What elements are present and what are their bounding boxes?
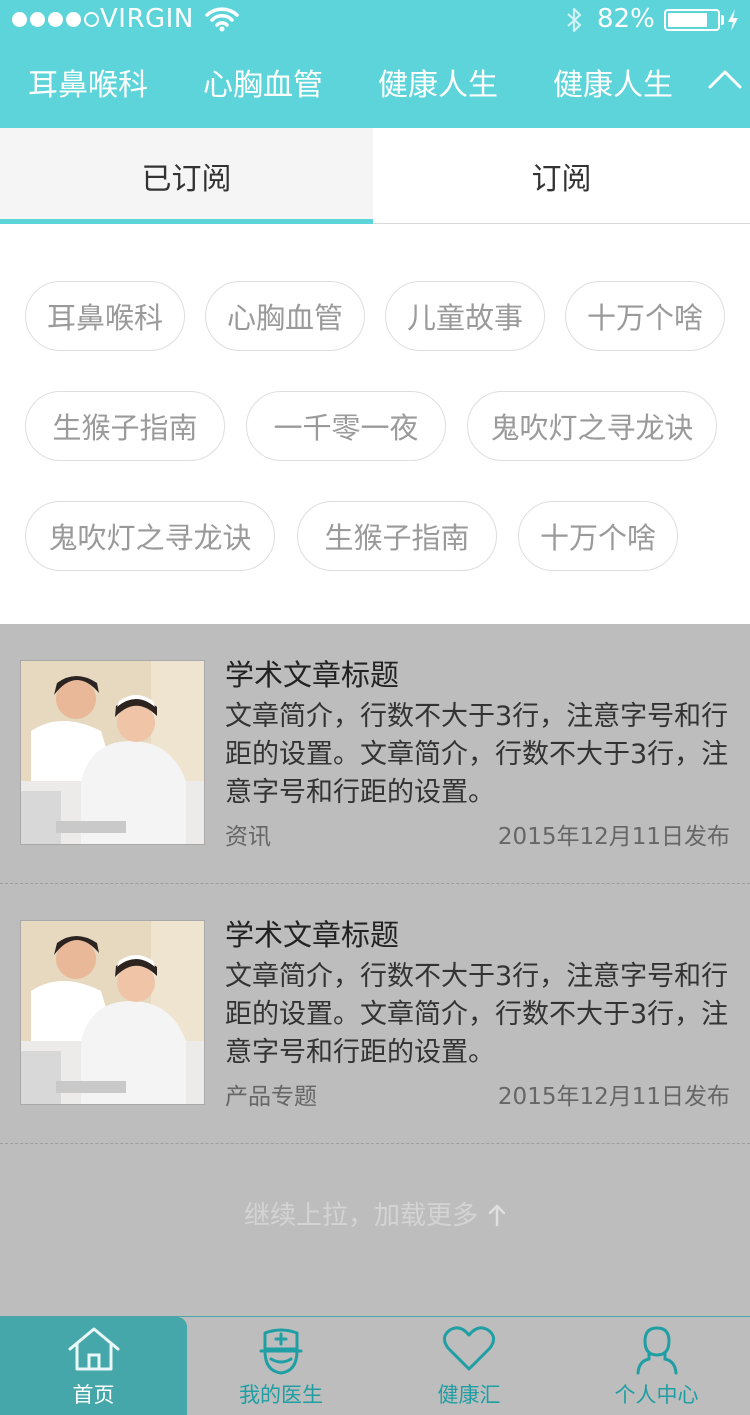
category-tab-2[interactable]: 心胸血管 (203, 60, 323, 104)
tabbar-item-profile[interactable]: 个人中心 (563, 1317, 750, 1415)
home-icon (68, 1327, 119, 1371)
tag-chip[interactable]: 十万个啥 (518, 501, 678, 571)
article-title: 学术文章标题 (225, 658, 400, 692)
article-thumbnail (20, 660, 205, 845)
tabbar-item-home[interactable]: 首页 (0, 1317, 187, 1415)
signal-dots-icon (12, 12, 99, 27)
charging-bolt-icon (728, 9, 738, 31)
tabbar-label-profile: 个人中心 (614, 1383, 699, 1407)
category-bar: 耳鼻喉科 心胸血管 健康人生 健康人生 (0, 60, 750, 110)
article-item[interactable]: 学术文章标题 文章简介，行数不大于3行，注意字号和行距的设置。文章简介，行数不大… (0, 884, 750, 1144)
subscription-tabs: 已订阅 订阅 (0, 128, 750, 224)
battery-cap (721, 15, 724, 25)
category-tab-3[interactable]: 健康人生 (378, 60, 498, 104)
carrier-name: VIRGIN (100, 4, 194, 34)
tabbar-label-my-doctor: 我的医生 (239, 1383, 323, 1407)
tabbar-label-health: 健康汇 (437, 1383, 501, 1407)
tag-chip[interactable]: 心胸血管 (205, 281, 365, 351)
load-more-label: 继续上拉，加载更多 (243, 1201, 478, 1231)
tag-chip[interactable]: 耳鼻喉科 (25, 281, 185, 351)
chevron-up-icon[interactable] (708, 68, 742, 90)
tag-chip[interactable]: 十万个啥 (565, 281, 725, 351)
tag-chip[interactable]: 鬼吹灯之寻龙诀 (467, 391, 717, 461)
arrow-up-icon (488, 1204, 506, 1227)
tag-chip[interactable]: 鬼吹灯之寻龙诀 (25, 501, 275, 571)
tag-chip[interactable]: 儿童故事 (385, 281, 545, 351)
article-category: 资讯 (225, 824, 271, 850)
tab-subscribe-label: 订阅 (531, 161, 592, 197)
tab-subscribed[interactable]: 已订阅 (0, 128, 373, 223)
load-more-hint: 继续上拉，加载更多 (0, 1195, 750, 1232)
person-icon (636, 1326, 677, 1375)
tag-chip[interactable]: 一千零一夜 (246, 391, 446, 461)
tabbar-item-my-doctor[interactable]: 我的医生 (187, 1317, 375, 1415)
article-item[interactable]: 学术文章标题 文章简介，行数不大于3行，注意字号和行距的设置。文章简介，行数不大… (0, 624, 750, 884)
nurse-icon (259, 1328, 303, 1375)
article-category: 产品专题 (225, 1084, 317, 1110)
tag-chip[interactable]: 生猴子指南 (297, 501, 497, 571)
battery-level-fill (668, 13, 707, 27)
battery-icon (664, 9, 720, 31)
article-date: 2015年12月11日发布 (497, 824, 730, 850)
bottom-tab-bar: 首页 我的医生 健康汇 个人中心 (0, 1316, 750, 1415)
tab-subscribe[interactable]: 订阅 (373, 128, 750, 223)
article-date: 2015年12月11日发布 (497, 1084, 730, 1110)
tabbar-item-health[interactable]: 健康汇 (375, 1317, 563, 1415)
category-tab-1[interactable]: 耳鼻喉科 (28, 60, 148, 104)
article-summary: 文章简介，行数不大于3行，注意字号和行距的设置。文章简介，行数不大于3行，注意字… (225, 961, 729, 1068)
category-tab-4[interactable]: 健康人生 (553, 60, 673, 104)
article-list: 学术文章标题 文章简介，行数不大于3行，注意字号和行距的设置。文章简介，行数不大… (0, 624, 750, 1144)
top-bar: VIRGIN 82% 耳鼻喉科 心胸血管 健康人生 健康人生 (0, 0, 750, 128)
heart-icon (443, 1326, 495, 1371)
tag-chip[interactable]: 生猴子指南 (25, 391, 225, 461)
tag-cloud: 耳鼻喉科 心胸血管 儿童故事 十万个啥 生猴子指南 一千零一夜 鬼吹灯之寻龙诀 … (0, 224, 750, 624)
wifi-icon (205, 7, 239, 32)
article-summary: 文章简介，行数不大于3行，注意字号和行距的设置。文章简介，行数不大于3行，注意字… (225, 701, 729, 808)
tab-subscribed-label: 已订阅 (141, 161, 232, 197)
battery-percentage: 82% (597, 4, 655, 34)
tabbar-label-home: 首页 (72, 1383, 115, 1407)
status-bar: VIRGIN 82% (0, 0, 750, 40)
bluetooth-icon (567, 7, 582, 33)
article-thumbnail (20, 920, 205, 1105)
article-title: 学术文章标题 (225, 918, 400, 952)
